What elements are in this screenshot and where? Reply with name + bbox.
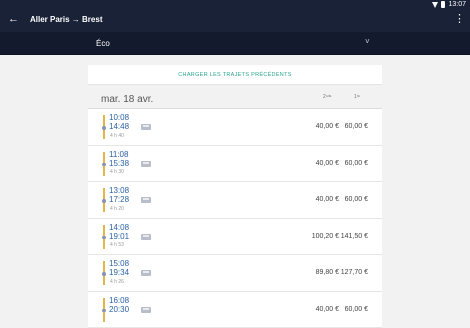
stop-dot [102,272,106,276]
stop-dot [102,199,106,203]
arrival-time: 15:38 [109,159,129,168]
arrow-left-icon[interactable]: ← [8,13,19,25]
train-icon [141,124,151,130]
app-bar: ← Aller Paris → Brest ⋮ [0,10,470,32]
train-icon [141,270,151,276]
first-class-price[interactable]: 60,00 € [328,123,368,130]
first-class-price[interactable]: 60,00 € [328,160,368,167]
first-class-price[interactable]: 60,00 € [328,196,368,203]
class-selector[interactable]: Éco ˅ [0,32,470,55]
date-header: mar. 18 avr. 2ⁿᵈᵉ 1ʳᵉ [88,91,382,109]
duration: 4 h 40 [110,133,124,139]
arrival-time: 17:28 [109,195,129,204]
stop-dot [102,309,106,313]
train-icon [141,234,151,240]
duration: 4 h 26 [110,279,124,285]
departure-time: 10:08 [109,113,129,122]
departure-time: 14:08 [109,223,129,232]
trip-list: 10:0814:484 h 4040,00 €60,00 €11:0815:38… [88,109,382,328]
arrival-time: 19:34 [109,268,129,277]
trip-row[interactable]: 14:0819:014 h 53100,20 €141,50 € [88,219,382,256]
departure-time: 16:08 [109,296,129,305]
date-label: mar. 18 avr. [101,94,153,105]
first-class-price[interactable]: 60,00 € [328,306,368,313]
first-class-price[interactable]: 141,50 € [328,233,368,240]
stop-dot [102,236,106,240]
wifi-icon [432,2,438,8]
results-panel: CHARGER LES TRAJETS PRÉCÉDENTS mar. 18 a… [88,65,382,328]
status-time: 13:07 [448,1,466,8]
departure-time: 11:08 [109,150,128,159]
duration: 4 h 20 [110,206,124,212]
arrival-time: 19:01 [109,232,129,241]
arrival-time: 20:30 [109,305,129,314]
class-selected-label: Éco [96,39,110,48]
more-vert-icon[interactable]: ⋮ [454,12,464,25]
trip-row[interactable]: 11:0815:384 h 3040,00 €60,00 € [88,146,382,183]
trip-row[interactable]: 13:0817:284 h 2040,00 €60,00 € [88,182,382,219]
page-title: Aller Paris → Brest [30,15,102,24]
first-class-price[interactable]: 127,70 € [328,269,368,276]
battery-icon [441,1,445,8]
first-class-column-header: 1ʳᵉ [354,94,360,100]
trip-row[interactable]: 10:0814:484 h 4040,00 €60,00 € [88,109,382,146]
departure-time: 15:08 [109,259,129,268]
load-previous-button[interactable]: CHARGER LES TRAJETS PRÉCÉDENTS [88,65,382,85]
trip-row[interactable]: 15:0819:344 h 2689,80 €127,70 € [88,255,382,292]
stop-dot [102,126,106,130]
duration: 4 h 30 [110,169,124,175]
duration: 4 h 53 [110,242,124,248]
train-icon [141,161,151,167]
status-bar: 13:07 [0,0,470,10]
second-class-column-header: 2ⁿᵈᵉ [323,94,331,100]
chevron-down-icon: ˅ [365,37,370,46]
arrival-time: 14:48 [109,122,129,131]
stop-dot [102,163,106,167]
train-icon [141,197,151,203]
departure-time: 13:08 [109,186,129,195]
